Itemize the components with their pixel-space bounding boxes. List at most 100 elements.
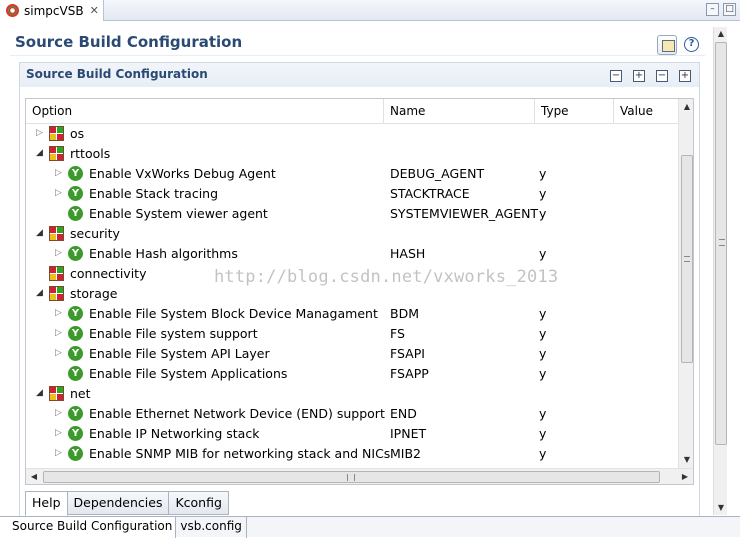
option-label: Enable File System Block Device Managame…	[89, 306, 378, 321]
configure-toolbar-icon[interactable]	[657, 35, 677, 55]
table-row[interactable]: ▷ Y Enable File system support FS y	[26, 324, 678, 344]
collapsed-arrow-icon[interactable]: ▷	[55, 408, 65, 418]
option-name: FSAPP	[390, 366, 429, 381]
collapse-icon[interactable]: −	[656, 70, 668, 82]
config-folder-icon	[49, 226, 64, 241]
option-type: y	[539, 406, 547, 421]
editor-tab-simpcvsb[interactable]: simpcVSB ✕	[0, 0, 104, 21]
table-row[interactable]: ◢ storage	[26, 284, 678, 304]
option-type: y	[539, 426, 547, 441]
table-row[interactable]: ▷ Y Enable File System Block Device Managa…	[26, 304, 678, 324]
option-label: security	[70, 226, 120, 241]
option-name: BDM	[390, 306, 419, 321]
option-label: Enable SNMP MIB for networking stack and…	[89, 446, 391, 461]
scroll-up-icon[interactable]: ▲	[714, 27, 728, 41]
option-type: y	[539, 166, 547, 181]
table-row[interactable]: ▷ os	[26, 124, 678, 144]
table-row[interactable]: ◢ net	[26, 384, 678, 404]
wind-river-app-icon	[6, 4, 19, 17]
scroll-thumb[interactable]	[715, 42, 727, 445]
option-yes-icon: Y	[68, 326, 83, 341]
minimize-icon[interactable]: –	[706, 3, 719, 16]
tab-help[interactable]: Help	[25, 491, 68, 516]
option-type: y	[539, 366, 547, 381]
expand-icon[interactable]: +	[679, 70, 691, 82]
column-header-name[interactable]: Name	[384, 99, 535, 124]
table-row[interactable]: ◢ rttools	[26, 144, 678, 164]
scroll-right-icon[interactable]: ▶	[677, 469, 693, 484]
close-icon[interactable]: ✕	[90, 4, 99, 17]
expanded-arrow-icon[interactable]: ◢	[36, 388, 46, 398]
table-row[interactable]: ◢ security	[26, 224, 678, 244]
scroll-left-icon[interactable]: ◀	[26, 469, 42, 484]
option-label: Enable System viewer agent	[89, 206, 268, 221]
table-row[interactable]: ▷ Y Enable VxWorks Debug Agent DEBUG_AGENT y	[26, 164, 678, 184]
option-name: MIB2	[390, 446, 421, 461]
editor-vertical-scrollbar[interactable]: ▲ ▼	[713, 27, 727, 515]
collapsed-arrow-icon[interactable]: ▷	[55, 308, 65, 318]
page-title: Source Build Configuration	[15, 33, 243, 51]
option-label: net	[70, 386, 91, 401]
tab-dependencies[interactable]: Dependencies	[67, 491, 170, 515]
option-yes-icon: Y	[68, 366, 83, 381]
expanded-arrow-icon[interactable]: ◢	[36, 148, 46, 158]
expanded-arrow-icon[interactable]: ◢	[36, 228, 46, 238]
table-row[interactable]: ▷ Y Enable Hash algorithms HASH y	[26, 244, 678, 264]
table-row[interactable]: ▷ Y Enable IP Networking stack IPNET y	[26, 424, 678, 444]
maximize-icon[interactable]: □	[723, 3, 736, 16]
option-label: rttools	[70, 146, 111, 161]
scroll-up-icon[interactable]: ▲	[679, 99, 693, 115]
option-name: END	[390, 406, 417, 421]
option-label: Enable IP Networking stack	[89, 426, 260, 441]
option-yes-icon: Y	[68, 186, 83, 201]
option-type: y	[539, 326, 547, 341]
collapsed-arrow-icon[interactable]: ▷	[55, 328, 65, 338]
option-label: os	[70, 126, 85, 141]
section-toolbar: − + − +	[610, 70, 691, 82]
table-row[interactable]: Y Enable File System Applications FSAPP y	[26, 364, 678, 384]
scroll-thumb[interactable]	[681, 155, 693, 363]
column-header-value[interactable]: Value	[614, 99, 678, 124]
table-row[interactable]: ▷ Y Enable SNMP MIB for networking stack a…	[26, 444, 678, 464]
option-yes-icon: Y	[68, 346, 83, 361]
option-name: DEBUG_AGENT	[390, 166, 485, 181]
detail-tabs: Help Dependencies Kconfig	[25, 491, 229, 516]
tab-kconfig[interactable]: Kconfig	[169, 491, 229, 515]
table-row[interactable]: ▷ Y Enable File System API Layer FSAPI y	[26, 344, 678, 364]
scroll-down-icon[interactable]: ▼	[679, 452, 693, 468]
table-row[interactable]: ▷ Y Enable Ethernet Network Device (END) s…	[26, 404, 678, 424]
editor-tab-bar: simpcVSB ✕ – □	[0, 0, 740, 21]
expand-all-icon[interactable]: +	[633, 70, 645, 82]
option-label: storage	[70, 286, 118, 301]
scroll-thumb[interactable]	[43, 471, 660, 483]
collapsed-arrow-icon[interactable]: ▷	[55, 248, 65, 258]
collapsed-arrow-icon[interactable]: ▷	[55, 448, 65, 458]
collapse-all-icon[interactable]: −	[610, 70, 622, 82]
tab-source-build-configuration[interactable]: Source Build Configuration	[0, 517, 177, 538]
table-horizontal-scrollbar[interactable]: ◀ ▶	[26, 468, 693, 484]
column-header-option[interactable]: Option	[26, 99, 384, 124]
collapsed-arrow-icon[interactable]: ▷	[55, 188, 65, 198]
collapsed-arrow-icon[interactable]: ▷	[55, 348, 65, 358]
table-row[interactable]: ▷ Y Enable Stack tracing STACKTRACE y	[26, 184, 678, 204]
option-label: Enable Stack tracing	[89, 186, 219, 201]
help-icon[interactable]: ?	[684, 37, 699, 52]
tab-vsb-config[interactable]: vsb.config	[176, 517, 247, 538]
column-header-type[interactable]: Type	[535, 99, 614, 124]
option-name: SYSTEMVIEWER_AGENT	[390, 206, 539, 221]
option-type: y	[539, 346, 547, 361]
expanded-arrow-icon[interactable]: ◢	[36, 288, 46, 298]
section-title: Source Build Configuration	[26, 67, 208, 81]
config-folder-icon	[49, 286, 64, 301]
collapsed-arrow-icon[interactable]: ▷	[55, 168, 65, 178]
config-folder-icon	[49, 266, 64, 281]
table-row[interactable]: Y Enable System viewer agent SYSTEMVIEWER_…	[26, 204, 678, 224]
collapsed-arrow-icon[interactable]: ▷	[55, 428, 65, 438]
table-vertical-scrollbar[interactable]: ▲ ▼	[678, 99, 693, 468]
watermark: http://blog.csdn.net/vxworks_2013	[214, 267, 559, 287]
option-name: HASH	[390, 246, 426, 261]
option-label: Enable Hash algorithms	[89, 246, 238, 261]
collapsed-arrow-icon[interactable]: ▷	[36, 128, 46, 138]
option-yes-icon: Y	[68, 246, 83, 261]
scroll-down-icon[interactable]: ▼	[714, 501, 728, 515]
